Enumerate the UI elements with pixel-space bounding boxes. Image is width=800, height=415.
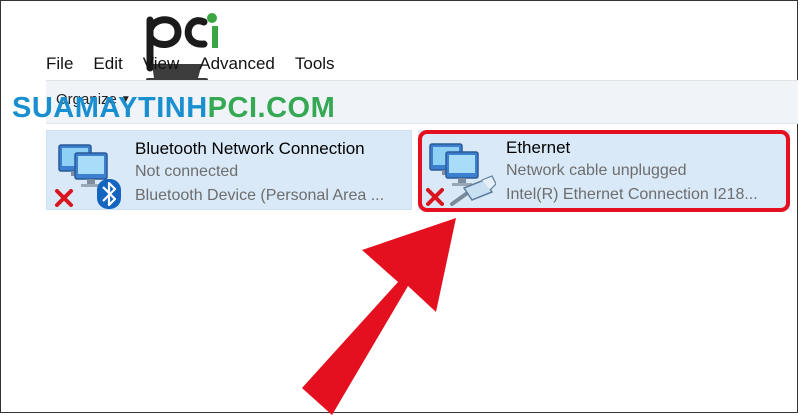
watermark-text: SUAMAYTINHPCI.COM xyxy=(12,92,336,124)
red-x-icon xyxy=(55,189,73,207)
menu-tools[interactable]: Tools xyxy=(285,50,345,78)
bluetooth-icon xyxy=(97,179,121,209)
connection-device: Bluetooth Device (Personal Area ... xyxy=(135,187,385,204)
menu-advanced[interactable]: Advanced xyxy=(189,50,285,78)
menu-view[interactable]: View xyxy=(133,50,190,78)
connection-name: Bluetooth Network Connection xyxy=(135,139,365,158)
highlight-box xyxy=(418,130,790,212)
menu-edit[interactable]: Edit xyxy=(83,50,132,78)
connection-item-bluetooth[interactable]: Bluetooth Network Connection Not connect… xyxy=(46,130,412,210)
connection-status: Not connected xyxy=(135,163,239,180)
menu-bar: File Edit View Advanced Tools xyxy=(36,50,345,78)
red-arrow-annotation xyxy=(302,218,456,415)
network-bluetooth-icon xyxy=(55,144,121,209)
menu-file[interactable]: File xyxy=(36,50,83,78)
